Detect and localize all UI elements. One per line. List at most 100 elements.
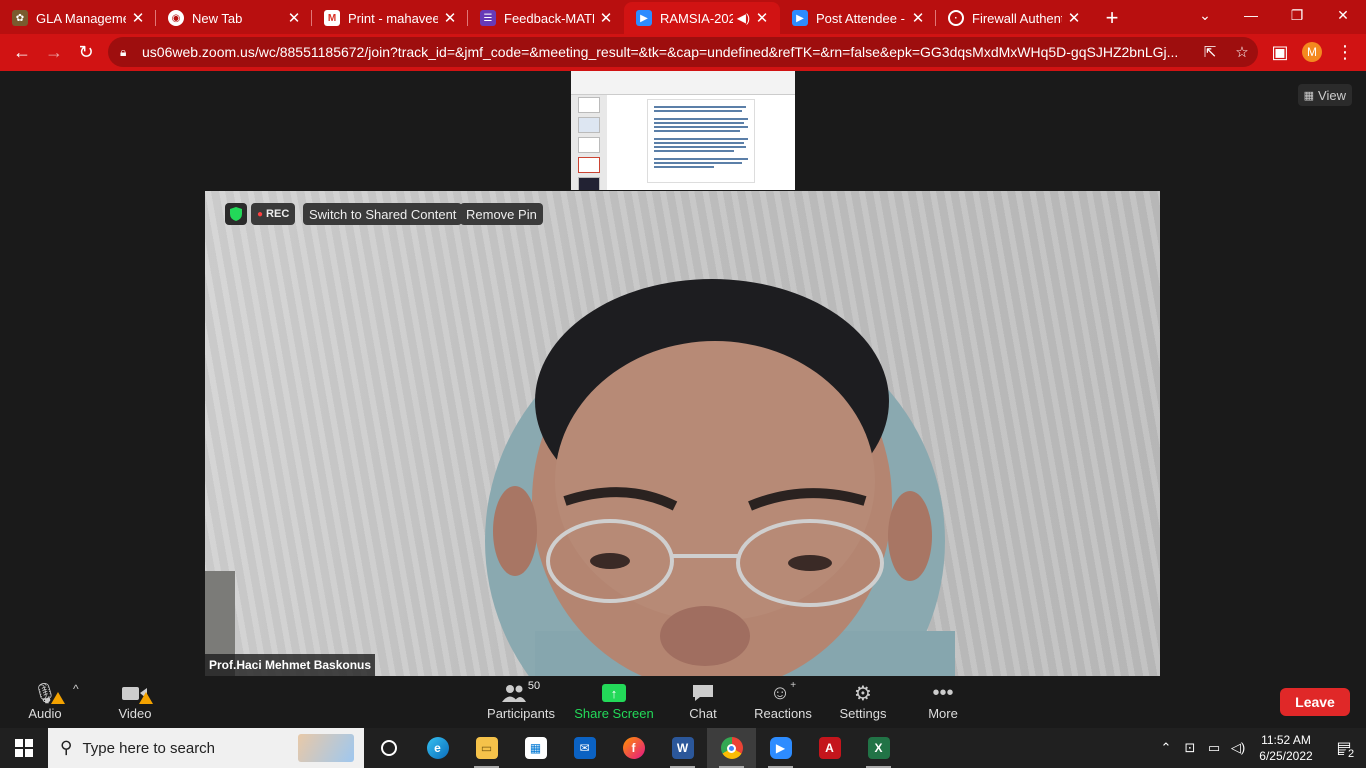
speaker-icon[interactable]: ◀) <box>737 11 750 25</box>
clock-time: 11:52 AM <box>1261 733 1311 747</box>
meeting-area: ▦ View ● REC Switch to Shared Content Re… <box>0 71 1366 676</box>
share-screen-icon: ↑ <box>574 680 654 706</box>
chat-label: Chat <box>689 706 717 721</box>
participants-label: Participants <box>487 706 555 721</box>
tab-search-chevron-icon[interactable]: ⌄ <box>1182 0 1228 30</box>
network-icon[interactable]: ▭ <box>1202 740 1226 756</box>
windows-start-icon[interactable] <box>0 728 48 768</box>
tray-chevron-icon[interactable]: ⌃ <box>1154 740 1178 756</box>
gla-favicon: ✿ <box>12 10 28 26</box>
back-arrow-icon[interactable]: ← <box>6 37 38 69</box>
share-screen-button[interactable]: ↑ Share Screen <box>574 680 654 721</box>
notification-center-icon[interactable]: ▤ 2 <box>1322 738 1366 760</box>
url-text[interactable]: us06web.zoom.us/wc/88551185672/join?trac… <box>142 44 1194 60</box>
chrome-taskbar-icon[interactable] <box>707 728 756 768</box>
chrome-icon: ◉ <box>168 10 184 26</box>
leave-button[interactable]: Leave <box>1280 688 1350 716</box>
side-panel-icon[interactable]: ▣ <box>1264 37 1296 69</box>
switch-to-shared-content-button[interactable]: Switch to Shared Content <box>303 203 463 225</box>
close-tab-icon[interactable]: ✕ <box>910 9 926 27</box>
tab-title: Feedback-MATLA <box>504 10 594 26</box>
reload-icon[interactable]: ↻ <box>70 37 102 69</box>
participants-icon: 50 <box>481 680 561 706</box>
bookmark-star-icon[interactable]: ☆ <box>1226 43 1258 61</box>
taskbar-search-box[interactable]: ⚲ Type here to search <box>48 728 364 768</box>
grid-icon: ▦ <box>1303 89 1315 102</box>
audio-options-caret-icon[interactable]: ^ <box>73 682 79 696</box>
ppt-slide <box>647 99 755 183</box>
zoom-taskbar-icon[interactable]: ▶ <box>756 728 805 768</box>
tab-new-tab[interactable]: ◉ New Tab ✕ <box>156 2 312 34</box>
acrobat-icon[interactable]: A <box>805 728 854 768</box>
ppt-slide-panel <box>571 95 607 190</box>
forward-arrow-icon[interactable]: → <box>38 37 70 69</box>
tab-gla-management[interactable]: ✿ GLA Managemen ✕ <box>0 2 156 34</box>
ppt-ribbon <box>571 71 795 95</box>
more-label: More <box>928 706 958 721</box>
settings-button[interactable]: ⚙ Settings <box>823 680 903 722</box>
profile-avatar[interactable]: M <box>1302 42 1322 62</box>
tab-title: RAMSIA-202 <box>660 10 733 26</box>
new-tab-button[interactable]: + <box>1092 2 1132 34</box>
lock-icon[interactable]: 🔒︎ <box>120 45 132 60</box>
tab-ramsia-zoom[interactable]: ▶ RAMSIA-202 ◀) ✕ <box>624 2 780 34</box>
forms-icon: ☰ <box>480 10 496 26</box>
file-explorer-icon[interactable]: ▭ <box>462 728 511 768</box>
video-button[interactable]: Video <box>95 680 175 721</box>
mail-icon[interactable]: ✉ <box>560 728 609 768</box>
volume-icon[interactable]: ◁) <box>1226 740 1250 756</box>
excel-icon[interactable]: X <box>854 728 903 768</box>
gear-icon: ⚙ <box>854 682 872 705</box>
tab-title: GLA Managemen <box>36 10 126 26</box>
chat-button[interactable]: Chat <box>663 680 743 721</box>
search-highlight-icon <box>298 734 354 762</box>
video-camera-icon <box>95 680 175 706</box>
more-button[interactable]: ••• More <box>903 680 983 722</box>
participants-button[interactable]: 50 Participants <box>481 680 561 721</box>
tab-title: Firewall Authentic <box>972 10 1062 26</box>
pinned-video-feed: ● REC Switch to Shared Content Remove Pi… <box>205 191 1160 676</box>
close-tab-icon[interactable]: ✕ <box>286 9 302 27</box>
browser-toolbar: ← → ↻ 🔒︎ us06web.zoom.us/wc/88551185672/… <box>0 34 1366 71</box>
share-page-icon[interactable]: ⇱ <box>1194 43 1226 61</box>
warning-icon <box>139 692 153 704</box>
encryption-shield-icon[interactable] <box>225 203 247 225</box>
clock-date: 6/25/2022 <box>1259 749 1313 763</box>
tab-feedback-form[interactable]: ☰ Feedback-MATLA ✕ <box>468 2 624 34</box>
restore-button[interactable]: ❐ <box>1274 0 1320 30</box>
camera-tray-icon[interactable]: ⊡ <box>1178 740 1202 756</box>
recording-badge[interactable]: ● REC <box>251 203 296 225</box>
tab-gmail-print[interactable]: M Print - mahaveer ✕ <box>312 2 468 34</box>
minimize-button[interactable]: — <box>1228 0 1274 30</box>
speaker-name-label: Prof.Haci Mehmet Baskonus <box>205 654 376 676</box>
task-view-icon[interactable] <box>364 728 413 768</box>
system-tray: ⌃ ⊡ ▭ ◁) 11:52 AM 6/25/2022 ▤ 2 <box>1154 728 1366 768</box>
remove-pin-button[interactable]: Remove Pin <box>460 203 543 225</box>
word-icon[interactable]: W <box>658 728 707 768</box>
share-screen-label: Share Screen <box>574 706 654 721</box>
close-tab-icon[interactable]: ✕ <box>442 9 458 27</box>
edge-icon[interactable]: e <box>413 728 462 768</box>
clock[interactable]: 11:52 AM 6/25/2022 <box>1250 732 1322 764</box>
tab-firewall-auth[interactable]: · Firewall Authentic ✕ <box>936 2 1092 34</box>
windows-taskbar: ⚲ Type here to search e ▭ ▦ ✉ f W ▶ A X … <box>0 728 1366 768</box>
shared-content-thumbnail[interactable] <box>571 71 795 190</box>
close-window-button[interactable]: ✕ <box>1320 0 1366 30</box>
browser-tab-strip: ✿ GLA Managemen ✕ ◉ New Tab ✕ M Print - … <box>0 0 1366 34</box>
view-label: View <box>1318 87 1346 103</box>
settings-label: Settings <box>839 706 887 721</box>
tab-post-attendee[interactable]: ▶ Post Attendee - Z ✕ <box>780 2 936 34</box>
menu-kebab-icon[interactable]: ⋮ <box>1329 37 1361 69</box>
view-button[interactable]: ▦ View <box>1297 84 1352 106</box>
address-bar[interactable]: 🔒︎ us06web.zoom.us/wc/88551185672/join?t… <box>108 37 1258 67</box>
close-tab-icon[interactable]: ✕ <box>598 9 614 27</box>
reactions-button[interactable]: ☺ + Reactions <box>743 680 823 721</box>
reactions-label: Reactions <box>754 706 812 721</box>
firefox-icon[interactable]: f <box>609 728 658 768</box>
close-tab-icon[interactable]: ✕ <box>754 9 770 27</box>
store-icon[interactable]: ▦ <box>511 728 560 768</box>
close-tab-icon[interactable]: ✕ <box>1066 9 1082 27</box>
gmail-icon: M <box>324 10 340 26</box>
zoom-icon: ▶ <box>792 10 808 26</box>
close-tab-icon[interactable]: ✕ <box>130 9 146 27</box>
